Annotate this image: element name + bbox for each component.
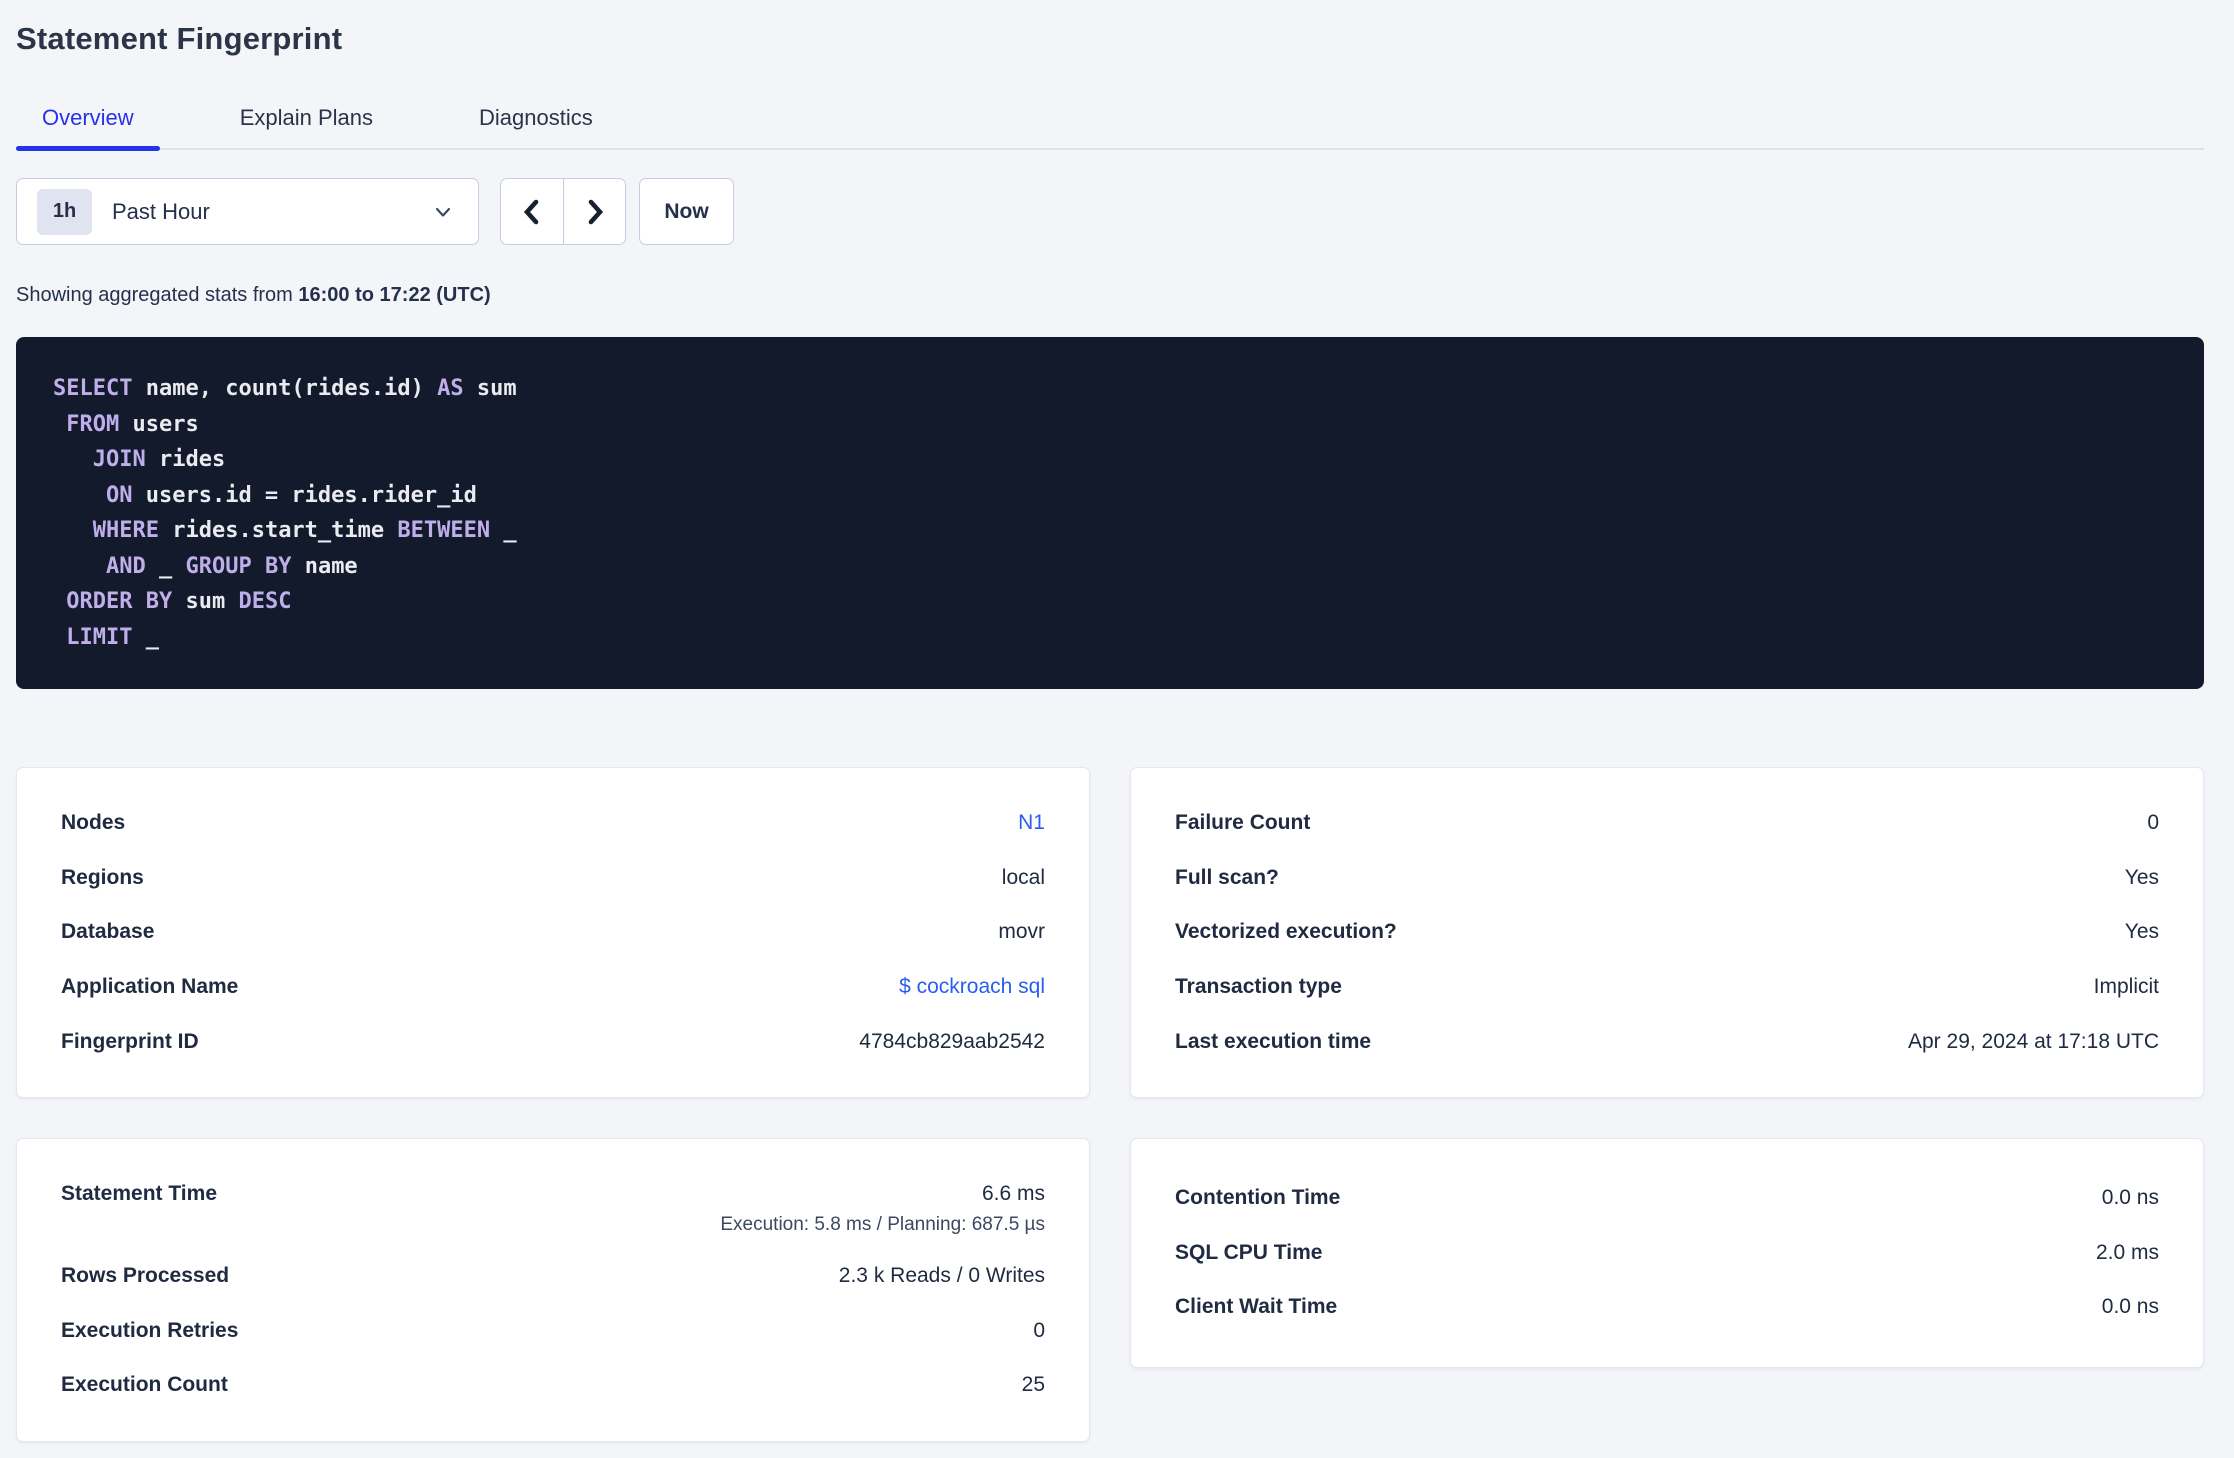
card-row: Fingerprint ID 4784cb829aab2542 — [61, 1014, 1045, 1069]
statement-details-card: Nodes N1 Regions local Database movr Applicati… — [16, 767, 1090, 1098]
card-row: Execution Retries 0 — [61, 1304, 1045, 1359]
row-label: Client Wait Time — [1175, 1295, 1338, 1319]
chevron-down-icon — [435, 207, 451, 217]
row-value: local — [1001, 865, 1045, 889]
time-range-dropdown[interactable]: 1h Past Hour — [16, 178, 479, 245]
row-label: Last execution time — [1175, 1029, 1372, 1053]
card-row: Regions local — [61, 851, 1045, 906]
row-label: Application Name — [61, 975, 239, 999]
row-value-link[interactable]: $ cockroach sql — [899, 975, 1045, 999]
row-value: Implicit — [2093, 975, 2159, 999]
sql-code-line: AND _ GROUP BY name — [105, 553, 358, 579]
card-row: Transaction type Implicit — [1175, 960, 2159, 1015]
row-label: Contention Time — [1175, 1186, 1341, 1210]
time-step-button-group — [500, 178, 626, 245]
card-row: Vectorized execution? Yes — [1175, 905, 2159, 960]
row-value: 0 — [1033, 1318, 1045, 1342]
statement-timing-card: Statement Time 6.6 ms Execution: 5.8 ms / … — [16, 1137, 1090, 1442]
row-value: 2.3 k Reads / 0 Writes — [838, 1264, 1045, 1288]
tab-overview[interactable]: Overview — [16, 88, 160, 151]
sql-code-line: LIMIT _ — [66, 624, 159, 650]
row-value: 0.0 ns — [2101, 1295, 2159, 1319]
row-value: 0.0 ns — [2101, 1186, 2159, 1210]
row-label: Fingerprint ID — [61, 1029, 199, 1053]
row-label: Execution Retries — [61, 1318, 239, 1342]
row-value: Yes — [2124, 865, 2159, 889]
row-value: 6.6 ms Execution: 5.8 ms / Planning: 687.… — [720, 1181, 1045, 1235]
chevron-left-icon — [523, 199, 539, 224]
row-label: Transaction type — [1175, 975, 1342, 999]
card-row: Contention Time 0.0 ns — [1175, 1171, 2159, 1226]
row-value: Apr 29, 2024 at 17:18 UTC — [1908, 1029, 2159, 1053]
row-value: 0 — [2147, 811, 2159, 835]
row-value: 25 — [1021, 1373, 1045, 1397]
tab-diagnostics[interactable]: Diagnostics — [453, 88, 619, 148]
card-row: SQL CPU Time 2.0 ms — [1175, 1226, 2159, 1281]
sql-code-line: WHERE rides.start_time BETWEEN _ — [92, 518, 517, 543]
tab-explain-plans[interactable]: Explain Plans — [214, 88, 399, 148]
chevron-right-icon — [588, 199, 603, 224]
time-range-badge: 1h — [37, 188, 92, 235]
row-label: Nodes — [61, 811, 126, 835]
card-row: Application Name $ cockroach sql — [61, 960, 1045, 1015]
row-label: Full scan? — [1175, 865, 1279, 889]
row-label: SQL CPU Time — [1175, 1240, 1323, 1264]
sql-statement-box: SELECT name, count(rides.id) AS sum FROM… — [16, 337, 2204, 689]
card-row: Execution Count 25 — [61, 1358, 1045, 1413]
now-button[interactable]: Now — [639, 178, 734, 245]
aggregated-stats-note: Showing aggregated stats from 16:00 to 1… — [16, 283, 2204, 307]
row-value: movr — [998, 920, 1045, 944]
next-time-button[interactable] — [563, 178, 626, 245]
time-range-selected-value: Past Hour — [112, 198, 210, 224]
row-label: Failure Count — [1175, 811, 1311, 835]
row-label: Statement Time — [61, 1181, 217, 1205]
row-label: Regions — [61, 865, 144, 889]
row-subvalue: Execution: 5.8 ms / Planning: 687.5 µs — [720, 1213, 1045, 1235]
row-value: 2.0 ms — [2095, 1240, 2159, 1264]
card-row: Last execution time Apr 29, 2024 at 17:18… — [1175, 1014, 2159, 1069]
sql-code-line: ORDER BY sum DESC — [66, 589, 292, 614]
wait-time-card: Contention Time 0.0 ns SQL CPU Time 2.0 ms C… — [1130, 1137, 2204, 1368]
card-row: Database movr — [61, 905, 1045, 960]
row-value: Yes — [2124, 920, 2159, 944]
aggregated-stats-range: 16:00 to 17:22 (UTC) — [298, 284, 491, 306]
sql-code-line: ON users.id = rides.rider_id — [105, 482, 477, 508]
tab-bar: Overview Explain Plans Diagnostics — [16, 88, 2204, 151]
card-row: Failure Count 0 — [1175, 796, 2159, 851]
previous-time-button[interactable] — [500, 178, 563, 245]
row-label: Vectorized execution? — [1175, 920, 1397, 944]
card-row: Statement Time 6.6 ms Execution: 5.8 ms / … — [61, 1167, 1045, 1249]
sql-code-line: JOIN rides — [92, 447, 226, 472]
row-label: Rows Processed — [61, 1264, 230, 1288]
card-row: Nodes N1 — [61, 796, 1045, 851]
sql-code-line: SELECT name, count(rides.id) AS sum — [53, 376, 517, 401]
row-label: Execution Count — [61, 1373, 228, 1397]
time-controls: 1h Past Hour Now — [16, 178, 2204, 245]
aggregated-stats-prefix: Showing aggregated stats from — [16, 284, 299, 306]
row-label: Database — [61, 920, 155, 944]
statement-fingerprint-page: Statement Fingerprint Overview Explain P… — [0, 0, 2234, 1442]
card-row: Rows Processed 2.3 k Reads / 0 Writes — [61, 1249, 1045, 1304]
row-value: 4784cb829aab2542 — [859, 1029, 1045, 1053]
stats-cards-grid: Nodes N1 Regions local Database movr Applicati… — [16, 767, 2204, 1442]
card-row: Client Wait Time 0.0 ns — [1175, 1280, 2159, 1335]
page-title: Statement Fingerprint — [16, 21, 343, 56]
sql-code-line: FROM users — [66, 411, 199, 437]
execution-attributes-card: Failure Count 0 Full scan? Yes Vectorized ex… — [1130, 767, 2204, 1098]
card-row: Full scan? Yes — [1175, 851, 2159, 906]
row-value-link[interactable]: N1 — [1018, 811, 1045, 835]
